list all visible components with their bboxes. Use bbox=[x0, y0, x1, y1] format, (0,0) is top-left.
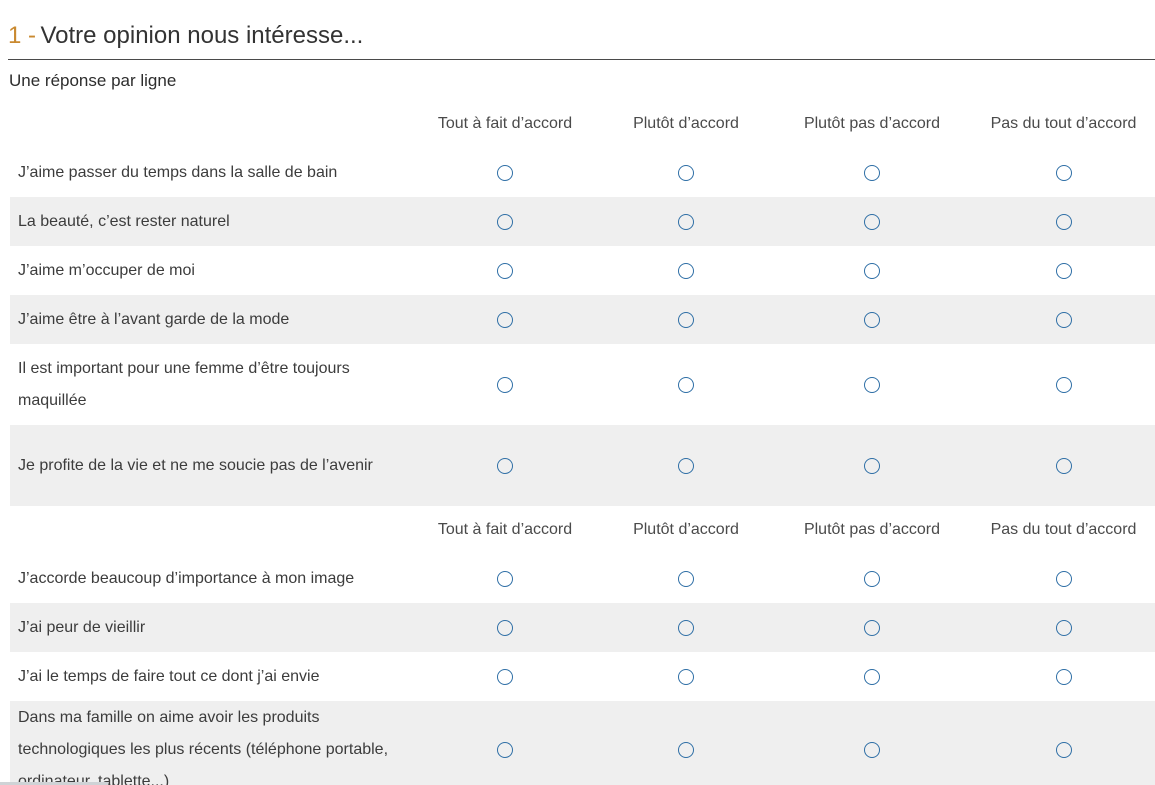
radio-plutot-pas-d-accord[interactable] bbox=[864, 457, 880, 474]
column-header: Tout à fait d’accord bbox=[437, 521, 573, 538]
radio-plutot-pas-d-accord[interactable] bbox=[864, 164, 880, 181]
statement-label: J’aime passer du temps dans la salle de … bbox=[18, 163, 338, 181]
statement-label: J’aime m’occuper de moi bbox=[18, 261, 195, 279]
radio-plutot-d-accord[interactable] bbox=[678, 213, 694, 230]
statement-row: J’ai le temps de faire tout ce dont j’ai… bbox=[10, 652, 1155, 701]
statement-row: J’accorde beaucoup d’importance à mon im… bbox=[10, 554, 1155, 603]
radio-tout-a-fait-d-accord[interactable] bbox=[497, 619, 513, 636]
radio-plutot-pas-d-accord[interactable] bbox=[864, 570, 880, 587]
question-number: 1 - bbox=[8, 22, 37, 49]
radio-pas-du-tout-d-accord[interactable] bbox=[1055, 262, 1072, 279]
radio-pas-du-tout-d-accord[interactable] bbox=[1055, 619, 1072, 636]
radio-pas-du-tout-d-accord[interactable] bbox=[1055, 668, 1072, 685]
radio-plutot-d-accord[interactable] bbox=[678, 741, 694, 758]
column-header: Pas du tout d’accord bbox=[990, 115, 1137, 132]
radio-tout-a-fait-d-accord[interactable] bbox=[497, 457, 513, 474]
radio-tout-a-fait-d-accord[interactable] bbox=[497, 213, 513, 230]
radio-pas-du-tout-d-accord[interactable] bbox=[1055, 741, 1072, 758]
radio-tout-a-fait-d-accord[interactable] bbox=[497, 311, 513, 328]
column-header: Plutôt pas d’accord bbox=[803, 115, 941, 132]
radio-pas-du-tout-d-accord[interactable] bbox=[1055, 164, 1072, 181]
radio-pas-du-tout-d-accord[interactable] bbox=[1055, 457, 1072, 474]
column-header-row: Tout à fait d’accord Plutôt d’accord Plu… bbox=[10, 506, 1155, 554]
statement-row: J’aime m’occuper de moi bbox=[10, 246, 1155, 295]
radio-pas-du-tout-d-accord[interactable] bbox=[1055, 570, 1072, 587]
radio-plutot-pas-d-accord[interactable] bbox=[864, 213, 880, 230]
radio-pas-du-tout-d-accord[interactable] bbox=[1055, 311, 1072, 328]
question-title: Votre opinion nous intéresse... bbox=[40, 22, 364, 49]
survey-page: 1 - Votre opinion nous intéresse... Une … bbox=[0, 0, 1155, 785]
statement-label: J’ai le temps de faire tout ce dont j’ai… bbox=[18, 667, 320, 685]
radio-tout-a-fait-d-accord[interactable] bbox=[497, 570, 513, 587]
column-header: Pas du tout d’accord bbox=[990, 521, 1137, 538]
radio-plutot-d-accord[interactable] bbox=[678, 376, 694, 393]
radio-tout-a-fait-d-accord[interactable] bbox=[497, 376, 513, 393]
radio-plutot-d-accord[interactable] bbox=[678, 619, 694, 636]
radio-plutot-d-accord[interactable] bbox=[678, 668, 694, 685]
question-instruction: Une réponse par ligne bbox=[9, 71, 177, 90]
statement-row: La beauté, c’est rester naturel bbox=[10, 197, 1155, 246]
statement-row: J’aime passer du temps dans la salle de … bbox=[10, 148, 1155, 197]
radio-pas-du-tout-d-accord[interactable] bbox=[1055, 213, 1072, 230]
radio-plutot-pas-d-accord[interactable] bbox=[864, 376, 880, 393]
statement-label: Je profite de la vie et ne me soucie pas… bbox=[18, 456, 373, 474]
radio-tout-a-fait-d-accord[interactable] bbox=[497, 164, 513, 181]
statement-label: J’aime être à l’avant garde de la mode bbox=[18, 310, 290, 328]
column-header: Tout à fait d’accord bbox=[437, 115, 573, 132]
statement-row: Dans ma famille on aime avoir les produi… bbox=[10, 701, 1155, 785]
radio-plutot-pas-d-accord[interactable] bbox=[864, 741, 880, 758]
question-header: 1 - Votre opinion nous intéresse... bbox=[8, 18, 1155, 60]
statement-label: Dans ma famille on aime avoir les produi… bbox=[18, 708, 389, 785]
radio-tout-a-fait-d-accord[interactable] bbox=[497, 741, 513, 758]
column-header: Plutôt d’accord bbox=[633, 521, 739, 538]
column-header-row: Tout à fait d’accord Plutôt d’accord Plu… bbox=[10, 100, 1155, 148]
radio-plutot-pas-d-accord[interactable] bbox=[864, 668, 880, 685]
column-header: Plutôt d’accord bbox=[633, 115, 739, 132]
radio-plutot-d-accord[interactable] bbox=[678, 164, 694, 181]
statement-label: La beauté, c’est rester naturel bbox=[18, 212, 230, 230]
radio-plutot-pas-d-accord[interactable] bbox=[864, 311, 880, 328]
radio-plutot-d-accord[interactable] bbox=[678, 262, 694, 279]
radio-plutot-pas-d-accord[interactable] bbox=[864, 619, 880, 636]
statement-label: J’ai peur de vieillir bbox=[18, 618, 146, 636]
statement-row: J’ai peur de vieillir bbox=[10, 603, 1155, 652]
statement-row: Il est important pour une femme d’être t… bbox=[10, 344, 1155, 425]
radio-plutot-d-accord[interactable] bbox=[678, 570, 694, 587]
radio-plutot-d-accord[interactable] bbox=[678, 457, 694, 474]
radio-plutot-pas-d-accord[interactable] bbox=[864, 262, 880, 279]
radio-tout-a-fait-d-accord[interactable] bbox=[497, 262, 513, 279]
likert-grid: Tout à fait d’accord Plutôt d’accord Plu… bbox=[10, 100, 1155, 785]
statement-label: Il est important pour une femme d’être t… bbox=[18, 359, 350, 409]
statement-row: Je profite de la vie et ne me soucie pas… bbox=[10, 425, 1155, 506]
radio-plutot-d-accord[interactable] bbox=[678, 311, 694, 328]
statement-row: J’aime être à l’avant garde de la mode bbox=[10, 295, 1155, 344]
statement-label: J’accorde beaucoup d’importance à mon im… bbox=[18, 569, 355, 587]
radio-tout-a-fait-d-accord[interactable] bbox=[497, 668, 513, 685]
column-header: Plutôt pas d’accord bbox=[803, 521, 941, 538]
radio-pas-du-tout-d-accord[interactable] bbox=[1055, 376, 1072, 393]
